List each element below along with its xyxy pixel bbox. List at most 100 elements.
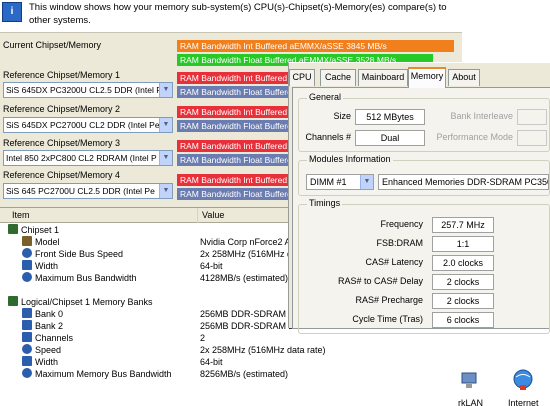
list-item-label: Logical/Chipset 1 Memory Banks	[21, 297, 153, 307]
dimm-slot-select[interactable]: DIMM #1 ▼	[306, 174, 374, 190]
timing-value: 257.7 MHz	[432, 217, 494, 233]
bank-interleave-value	[517, 109, 547, 125]
performance-mode-label: Performance Mode	[436, 132, 513, 142]
reference-2-select[interactable]: SiS 645DX PC2700U CL2 DDR (Intel Pe ▼	[3, 117, 173, 133]
tab-memory[interactable]: Memory	[408, 67, 446, 88]
module-description: Enhanced Memories DDR-SDRAM PC3500	[378, 174, 549, 190]
chip-icon	[8, 296, 18, 306]
list-item-value: Nvidia Corp nForce2 A	[200, 237, 291, 247]
timings-group: Timings Frequency 257.7 MHz FSB:DRAM 1:1 CAS…	[298, 198, 550, 334]
timing-label: Cycle Time (Tras)	[352, 314, 423, 324]
reference-1-select-value: SiS 645DX PC3200U CL2.5 DDR (Intel P4	[6, 85, 167, 95]
list-item[interactable]: Front Side Bus Speed	[22, 248, 123, 260]
modules-group-title: Modules Information	[307, 154, 393, 164]
size-value: 512 MBytes	[355, 109, 425, 125]
channels-label: Channels #	[305, 132, 351, 142]
list-item-label: Bank 2	[35, 321, 64, 331]
size-label: Size	[333, 111, 351, 121]
list-item-label: Speed	[35, 345, 62, 355]
list-item[interactable]: Bank 0	[22, 308, 63, 320]
list-item[interactable]: Maximum Bus Bandwidth	[22, 272, 137, 284]
reference-2-select-value: SiS 645DX PC2700U CL2 DDR (Intel Pe	[6, 120, 160, 130]
internet-icon[interactable]	[512, 368, 534, 392]
list-item-value: 2	[200, 333, 206, 343]
current-int-bandwidth-bar: RAM Bandwidth Int Buffered aEMMX/aSSE 38…	[177, 40, 454, 52]
chevron-down-icon[interactable]: ▼	[159, 118, 172, 132]
current-chipset-label: Current Chipset/Memory	[3, 40, 102, 50]
tab-mainboard[interactable]: Mainboard	[358, 69, 408, 86]
reference-4-label: Reference Chipset/Memory 4	[3, 170, 121, 180]
channels-value: Dual	[355, 130, 425, 146]
list-item-value: 2x 258MHz (516MHz data rate)	[200, 345, 326, 355]
bank-interleave-label: Bank Interleave	[450, 111, 513, 121]
reference-4-select-value: SiS 645 PC2700U CL2.5 DDR (Intel Pe	[6, 186, 155, 196]
list-item-label: Model	[35, 237, 60, 247]
bandwidth-icon	[22, 368, 32, 378]
reference-2-label: Reference Chipset/Memory 2	[3, 104, 121, 114]
timings-group-title: Timings	[307, 198, 343, 208]
list-item-label: Width	[35, 357, 59, 367]
list-item-value: 2x 258MHz (516MHz d	[200, 249, 293, 259]
reference-1-select[interactable]: SiS 645DX PC3200U CL2.5 DDR (Intel P4 ▼	[3, 82, 173, 98]
list-item-value: 8256MB/s (estimated)	[200, 369, 289, 379]
network-icon-label: rkLAN	[458, 398, 484, 406]
reference-1-label: Reference Chipset/Memory 1	[3, 70, 121, 80]
list-item[interactable]: Bank 2	[22, 320, 63, 332]
list-item-value: 4128MB/s (estimated)	[200, 273, 289, 283]
list-item[interactable]: Chipset 1	[8, 224, 59, 236]
speed-icon	[22, 248, 32, 258]
tab-cpu[interactable]: CPU	[289, 69, 315, 86]
tab-about[interactable]: About	[448, 69, 480, 86]
reference-4-select[interactable]: SiS 645 PC2700U CL2.5 DDR (Intel Pe ▼	[3, 183, 173, 199]
chevron-down-icon[interactable]: ▼	[360, 175, 373, 189]
bandwidth-icon	[22, 272, 32, 282]
bank-icon	[22, 320, 32, 330]
network-icon[interactable]	[460, 370, 480, 390]
list-item-value: 64-bit	[200, 357, 223, 367]
list-item[interactable]: Speed	[22, 344, 61, 356]
bank-icon	[22, 308, 32, 318]
column-header-item[interactable]: Item	[0, 208, 198, 223]
performance-mode-value	[517, 130, 547, 146]
chevron-down-icon[interactable]: ▼	[159, 184, 172, 198]
intro-text: This window shows how your memory sub-sy…	[29, 2, 447, 26]
list-item-label: Maximum Bus Bandwidth	[35, 273, 137, 283]
modules-group: Modules Information DIMM #1 ▼ Enhanced M…	[298, 154, 550, 196]
list-item[interactable]: Width	[22, 356, 58, 368]
list-item-label: Front Side Bus Speed	[35, 249, 124, 259]
model-icon	[22, 236, 32, 246]
reference-3-label: Reference Chipset/Memory 3	[3, 138, 121, 148]
list-item[interactable]: Model	[22, 236, 60, 248]
chip-icon	[8, 224, 18, 234]
list-item[interactable]: Width	[22, 260, 58, 272]
general-group: General Size 512 MBytes Bank Interleave …	[298, 92, 550, 152]
timing-value: 1:1	[432, 236, 494, 252]
timing-label: RAS# to CAS# Delay	[337, 276, 423, 286]
list-item[interactable]: Logical/Chipset 1 Memory Banks	[8, 296, 153, 308]
list-item-label: Width	[35, 261, 59, 271]
list-item[interactable]: Maximum Memory Bus Bandwidth	[22, 368, 172, 380]
list-item-label: Maximum Memory Bus Bandwidth	[35, 369, 172, 379]
internet-icon-label: Internet	[508, 398, 539, 406]
list-item-value: 64-bit	[200, 261, 223, 271]
general-group-title: General	[307, 92, 344, 102]
chevron-down-icon[interactable]: ▼	[159, 151, 172, 165]
timing-label: FSB:DRAM	[376, 238, 423, 248]
reference-3-select[interactable]: Intel 850 2xPC800 CL2 RDRAM (Intel P ▼	[3, 150, 173, 166]
desktop-area: rkLAN Internet	[458, 326, 550, 406]
memory-info-icon: i	[2, 2, 22, 22]
timing-value: 2.0 clocks	[432, 255, 494, 271]
timing-value: 2 clocks	[432, 293, 494, 309]
cpuz-window: CPU Cache Mainboard Memory About General…	[288, 62, 550, 334]
reference-3-select-value: Intel 850 2xPC800 CL2 RDRAM (Intel P	[6, 153, 157, 163]
timing-label: CAS# Latency	[365, 257, 423, 267]
timing-label: RAS# Precharge	[355, 295, 423, 305]
info-header: i This window shows how your memory sub-…	[0, 0, 462, 33]
tab-cache[interactable]: Cache	[320, 69, 356, 86]
speed-icon	[22, 344, 32, 354]
memory-tab-panel: General Size 512 MBytes Bank Interleave …	[292, 87, 550, 334]
list-item-label: Bank 0	[35, 309, 64, 319]
dimm-slot-value: DIMM #1	[310, 177, 347, 187]
list-item[interactable]: Channels	[22, 332, 73, 344]
chevron-down-icon[interactable]: ▼	[159, 83, 172, 97]
